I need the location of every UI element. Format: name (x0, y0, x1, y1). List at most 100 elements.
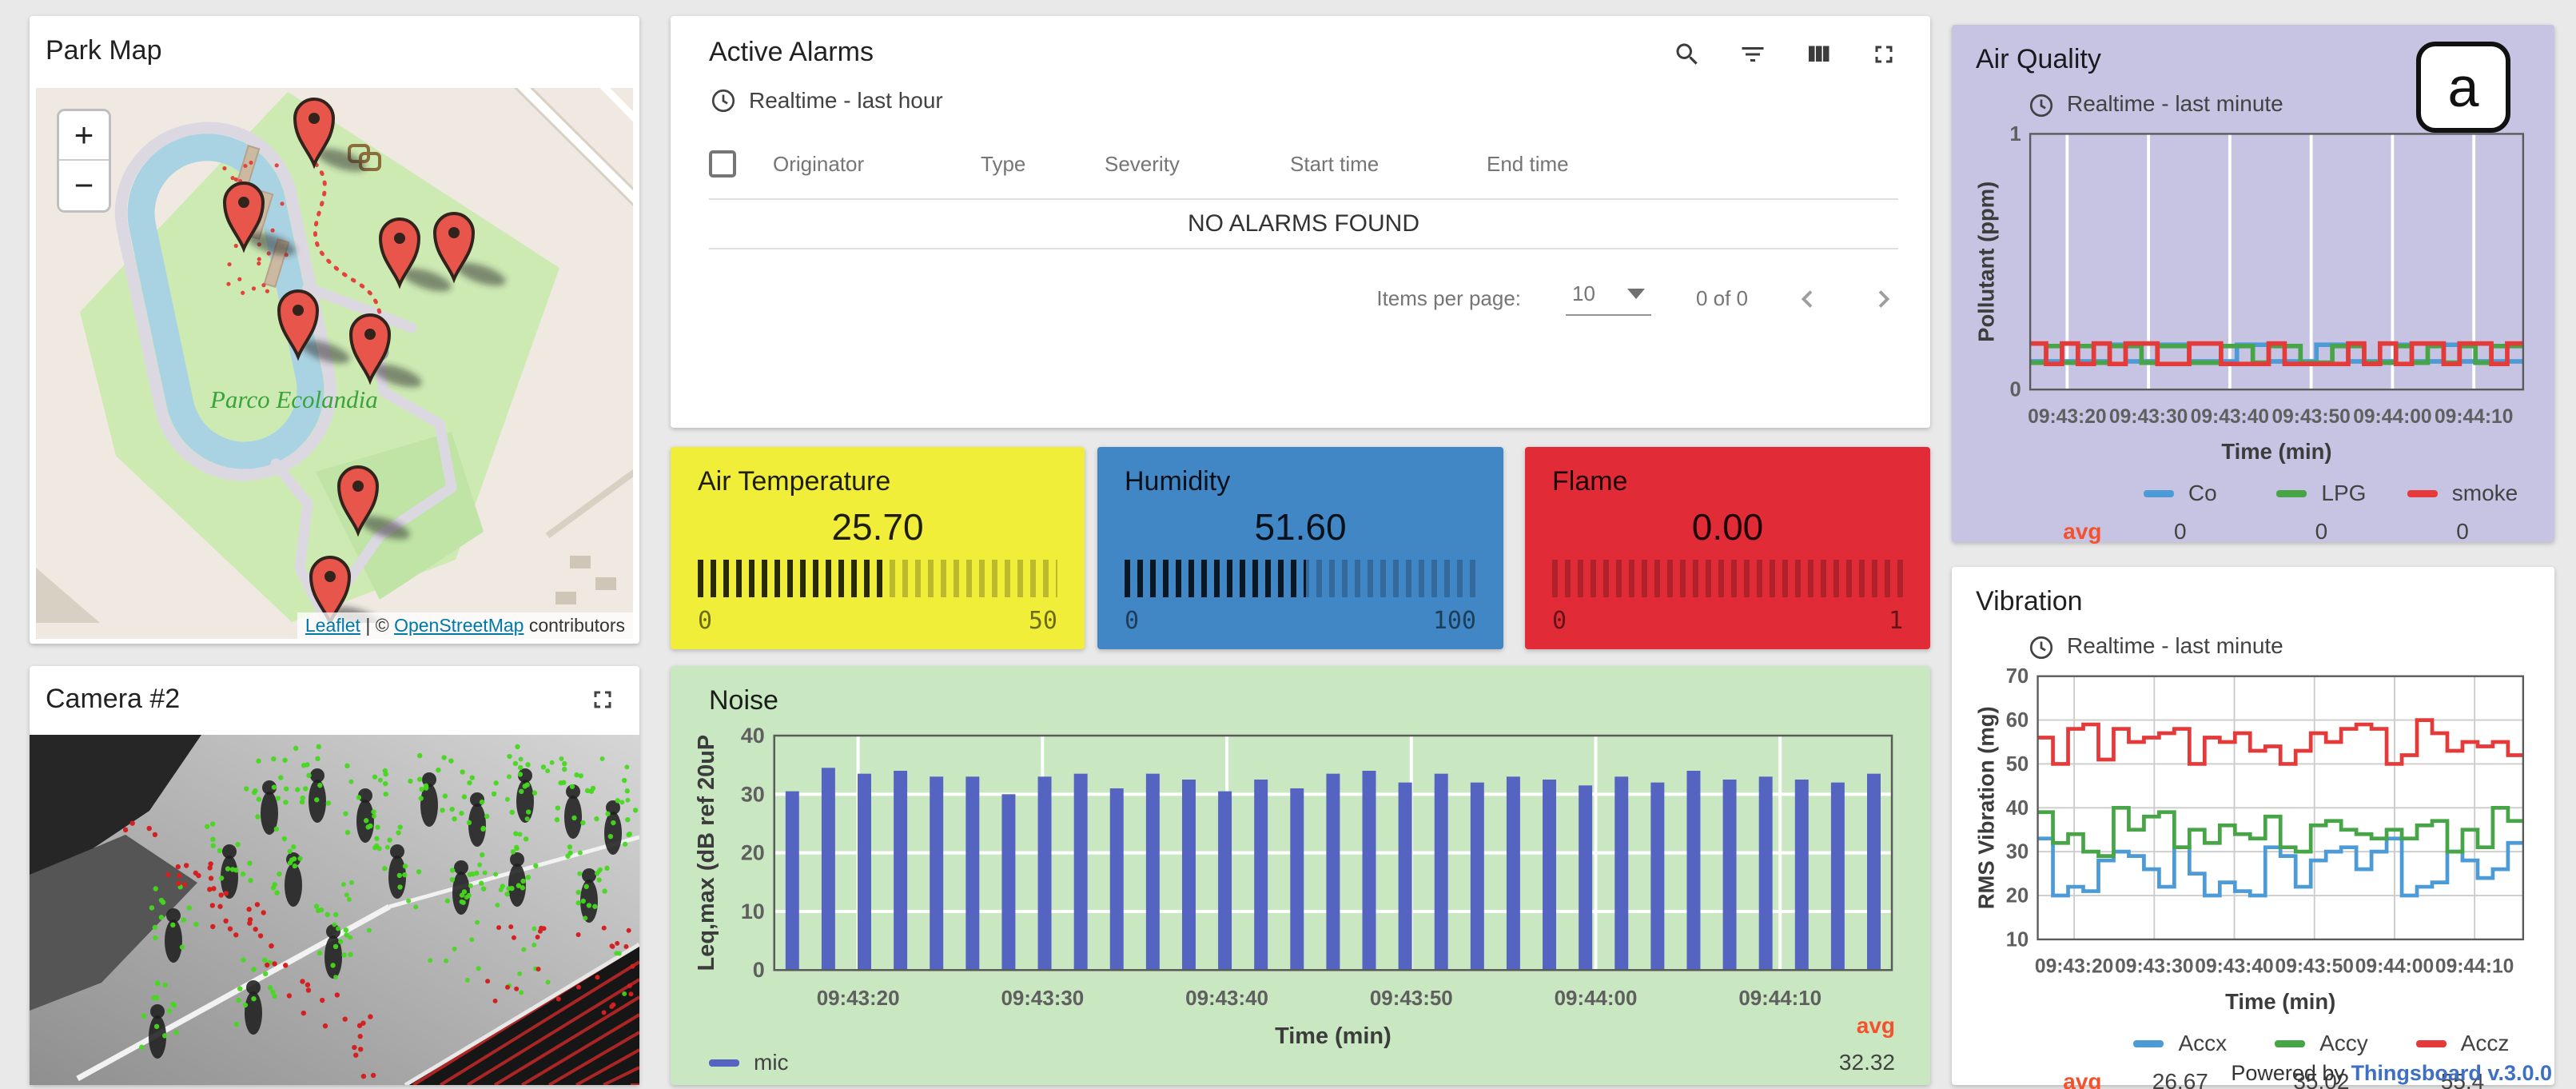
map-zoom-in-button[interactable]: + (59, 111, 109, 161)
map-viewport[interactable]: Parco Ecolandia + − Leaflet | © OpenStre… (36, 88, 633, 639)
legend-item-co[interactable]: Co (2110, 481, 2252, 506)
humidity-title: Humidity (1125, 466, 1476, 497)
no-alarms-message: NO ALARMS FOUND (709, 198, 1898, 249)
legend-item-smoke[interactable]: smoke (2392, 481, 2534, 506)
map-zoom-out-button[interactable]: − (59, 161, 109, 210)
svg-text:30: 30 (2006, 841, 2029, 864)
svg-text:09:43:50: 09:43:50 (2275, 956, 2354, 978)
svg-text:Pollutant (ppm): Pollutant (ppm) (1976, 182, 1999, 342)
map-canvas[interactable]: Parco Ecolandia (36, 88, 633, 623)
accx-avg-value: 26.67 (2110, 1069, 2252, 1089)
alarms-timewindow[interactable]: Realtime - last hour (709, 86, 1898, 115)
svg-text:09:43:20: 09:43:20 (2035, 956, 2113, 978)
alarms-title: Active Alarms (709, 37, 874, 68)
air-quality-chart-footer: Co LPG smoke avg 0 0 0 (1976, 481, 2534, 544)
scale-max: 100 (1433, 607, 1476, 635)
humidity-ticker (1125, 560, 1476, 597)
legend-item-mic[interactable]: mic (709, 1050, 789, 1075)
attribution-suffix: contributors (529, 615, 625, 636)
avg-label: avg (1976, 1069, 2110, 1089)
legend-item-accx[interactable]: Accx (2110, 1031, 2252, 1056)
lpg-legend-label: LPG (2321, 481, 2366, 506)
column-header-originator[interactable]: Originator (773, 152, 981, 177)
leaflet-link[interactable]: Leaflet (305, 615, 360, 636)
lpg-legend-dash (2276, 490, 2307, 497)
select-all-checkbox[interactable] (709, 150, 736, 178)
park-map-title: Park Map (30, 35, 639, 66)
vibration-title: Vibration (1976, 586, 2534, 617)
clock-icon (2027, 91, 2056, 120)
accz-legend-label: Accz (2461, 1031, 2510, 1056)
svg-text:10: 10 (741, 900, 765, 923)
alarms-timewindow-label: Realtime - last hour (749, 88, 943, 114)
legend-item-lpg[interactable]: LPG (2251, 481, 2392, 506)
grid (2038, 676, 2523, 939)
map-attribution: Leaflet | © OpenStreetMap contributors (297, 612, 633, 639)
camera-feed (30, 735, 639, 1085)
svg-text:20: 20 (2006, 885, 2029, 908)
svg-text:20: 20 (741, 841, 765, 865)
svg-text:09:43:50: 09:43:50 (1370, 987, 1453, 1010)
svg-text:09:43:40: 09:43:40 (2195, 956, 2273, 978)
park-map-widget: Park Map Parco Ecolandia + − Leaflet | ©… (30, 16, 639, 644)
column-header-end-time[interactable]: End time (1487, 152, 1898, 177)
alarms-pagination: Items per page: 10 0 of 0 (709, 281, 1898, 316)
noise-chart: 01020304009:43:2009:43:3009:43:4009:43:5… (695, 724, 1906, 1059)
svg-text:09:43:40: 09:43:40 (1185, 987, 1268, 1010)
thingsboard-version-link[interactable]: Thingsboard v.3.0.0 (2351, 1061, 2552, 1085)
attribution-separator: | (365, 615, 370, 636)
svg-text:09:43:30: 09:43:30 (2115, 956, 2193, 978)
svg-text:Time (min): Time (min) (2225, 989, 2335, 1014)
caret-down-icon (1627, 289, 1645, 299)
items-per-page-select[interactable]: 10 (1566, 281, 1651, 316)
vibration-timewindow[interactable]: Realtime - last minute (2027, 630, 2534, 662)
svg-text:10: 10 (2006, 928, 2029, 951)
air-temperature-scale: 0 50 (698, 607, 1057, 635)
scale-min: 0 (1552, 607, 1567, 635)
chevron-left-icon[interactable] (1793, 284, 1823, 314)
co-legend-label: Co (2188, 481, 2217, 506)
filter-icon[interactable] (1738, 40, 1767, 69)
humidity-card: Humidity 51.60 0 100 (1097, 447, 1503, 649)
svg-text:09:43:20: 09:43:20 (2028, 406, 2106, 428)
svg-text:09:44:00: 09:44:00 (2353, 406, 2431, 428)
columns-icon[interactable] (1804, 40, 1833, 69)
alarms-table-header: Originator Type Severity Start time End … (709, 150, 1898, 178)
camera-image (30, 735, 639, 1085)
bars (786, 768, 1881, 970)
fullscreen-icon[interactable] (588, 685, 617, 714)
svg-text:09:44:00: 09:44:00 (2355, 956, 2434, 978)
co-avg-value: 0 (2110, 519, 2252, 544)
legend-item-accz[interactable]: Accz (2392, 1031, 2534, 1056)
air-quality-chart: 0109:43:2009:43:3009:43:4009:43:5009:44:… (1976, 123, 2535, 479)
openstreetmap-link[interactable]: OpenStreetMap (394, 615, 524, 636)
column-header-severity[interactable]: Severity (1105, 152, 1290, 177)
avg-label: avg (1976, 519, 2110, 544)
scale-min: 0 (698, 607, 712, 635)
search-icon[interactable] (1673, 40, 1702, 69)
svg-text:09:43:20: 09:43:20 (817, 987, 900, 1010)
column-header-start-time[interactable]: Start time (1290, 152, 1487, 177)
noise-widget: Noise 01020304009:43:2009:43:3009:43:400… (671, 666, 1930, 1085)
attribution-copyright: © (376, 615, 389, 636)
svg-text:60: 60 (2006, 709, 2029, 732)
flame-value: 0.00 (1552, 505, 1903, 548)
fullscreen-icon[interactable] (1869, 40, 1898, 69)
svg-text:0: 0 (753, 958, 765, 982)
scale-max: 50 (1029, 607, 1057, 635)
axis-labels: 1020304050607009:43:2009:43:3009:43:4009… (1976, 665, 2514, 1014)
active-alarms-widget: Active Alarms Realtime - last hour Origi… (671, 16, 1930, 428)
axis-labels: 0109:43:2009:43:3009:43:4009:43:5009:44:… (1976, 123, 2513, 464)
noise-chart-footer: mic avg 32.32 (709, 1013, 1895, 1075)
mic-avg-value: 32.32 (1839, 1050, 1895, 1075)
camera-widget: Camera #2 (30, 666, 639, 1085)
column-header-type[interactable]: Type (981, 152, 1105, 177)
co-legend-dash (2144, 490, 2174, 497)
accy-legend-label: Accy (2319, 1031, 2368, 1056)
chevron-right-icon[interactable] (1868, 284, 1898, 314)
items-per-page-label: Items per page: (1376, 286, 1521, 311)
legend-item-accy[interactable]: Accy (2251, 1031, 2392, 1056)
svg-text:Leq,max (dB ref 20uP: Leq,max (dB ref 20uP (695, 735, 719, 971)
svg-text:50: 50 (2006, 753, 2029, 776)
mic-legend-dash (709, 1059, 739, 1067)
